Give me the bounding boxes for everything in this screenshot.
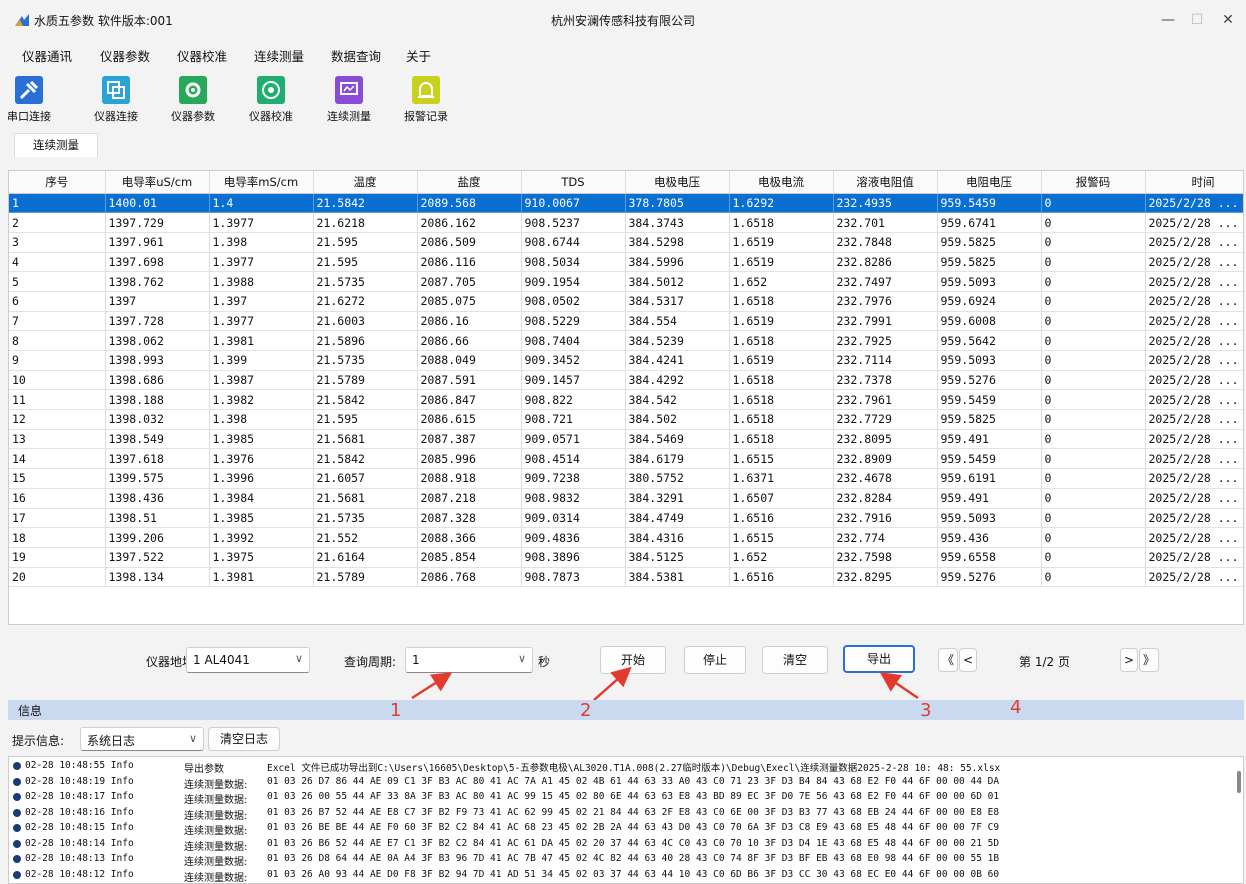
log-message: 01 03 26 D7 86 44 AE 09 C1 3F B3 AC 80 4… xyxy=(267,775,1000,787)
log-message: 01 03 26 BE BE 44 AE F0 60 3F B2 C2 84 4… xyxy=(267,822,1000,833)
log-time: 02-28 10:48:15 Info xyxy=(25,822,134,833)
log-category: 导出参数 xyxy=(184,764,224,775)
annotation-label-1: 1 xyxy=(390,700,402,721)
log-list[interactable]: 02-28 10:48:55 Info 导出参数 Excel 文件已成功导出到C:\… xyxy=(8,756,1244,884)
log-message: 01 03 26 D8 64 44 AE 0A A4 3F B3 96 7D 4… xyxy=(267,853,1000,864)
annotation-label-4: 4 xyxy=(1010,697,1022,718)
annotation-arrow-2 xyxy=(593,666,632,701)
annotation-label-2: 2 xyxy=(580,700,592,721)
log-time: 02-28 10:48:13 Info xyxy=(25,853,134,864)
log-time: 02-28 10:48:17 Info xyxy=(25,791,134,802)
log-time: 02-28 10:48:14 Info xyxy=(25,837,134,849)
log-category: 连续测量数据: xyxy=(184,795,248,806)
log-category: 连续测量数据: xyxy=(184,810,248,822)
info-icon xyxy=(13,855,21,863)
annotation-arrow-3 xyxy=(879,672,919,700)
info-icon xyxy=(13,870,21,879)
log-message: 01 03 26 B7 52 44 AE E8 C7 3F B2 F9 73 4… xyxy=(267,806,1000,818)
log-message: 01 03 26 00 55 44 AF 33 8A 3F B3 AC 80 4… xyxy=(267,791,1000,802)
log-controls: 提示信息: 系统日志 ∨ 清空日志 xyxy=(0,722,1246,756)
log-time: 02-28 10:48:16 Info xyxy=(25,806,134,818)
log-message: Excel 文件已成功导出到C:\Users\16605\Desktop\5-五… xyxy=(267,763,1001,774)
log-message: 01 03 26 A0 93 44 AE D0 F8 3F B2 94 7D 4… xyxy=(267,868,1000,880)
log-time: 02-28 10:48:12 Info xyxy=(25,868,134,880)
log-message: 01 03 26 B6 52 44 AE E7 C1 3F B2 C2 84 4… xyxy=(267,837,1000,849)
info-icon xyxy=(13,777,21,786)
log-time: 02-28 10:48:19 Info xyxy=(25,775,134,787)
info-icon xyxy=(13,808,21,817)
info-icon xyxy=(13,793,21,801)
log-category: 连续测量数据: xyxy=(184,826,248,837)
info-icon xyxy=(13,824,21,832)
info-icon xyxy=(13,839,21,848)
log-category: 连续测量数据: xyxy=(184,779,248,791)
info-icon xyxy=(13,762,21,770)
annotation-label-3: 3 xyxy=(920,700,932,721)
annotation-arrow-1 xyxy=(411,672,453,700)
info-header: 信息 xyxy=(8,700,1244,720)
clear-log-button[interactable]: 清空日志 xyxy=(208,727,280,751)
log-category: 连续测量数据: xyxy=(184,872,248,884)
log-type-select[interactable]: 系统日志 ∨ xyxy=(80,727,204,751)
log-category: 连续测量数据: xyxy=(184,857,248,868)
log-scrollbar[interactable] xyxy=(1237,771,1241,793)
log-category: 连续测量数据: xyxy=(184,841,248,853)
log-type-label: 提示信息: xyxy=(12,734,65,748)
log-time: 02-28 10:48:55 Info xyxy=(25,760,134,771)
app-window: 水质五参数 软件版本:001 杭州安澜传感科技有限公司 — ☐ ✕ 仪器通讯 仪… xyxy=(0,0,1246,884)
chevron-down-icon: ∨ xyxy=(188,732,197,745)
